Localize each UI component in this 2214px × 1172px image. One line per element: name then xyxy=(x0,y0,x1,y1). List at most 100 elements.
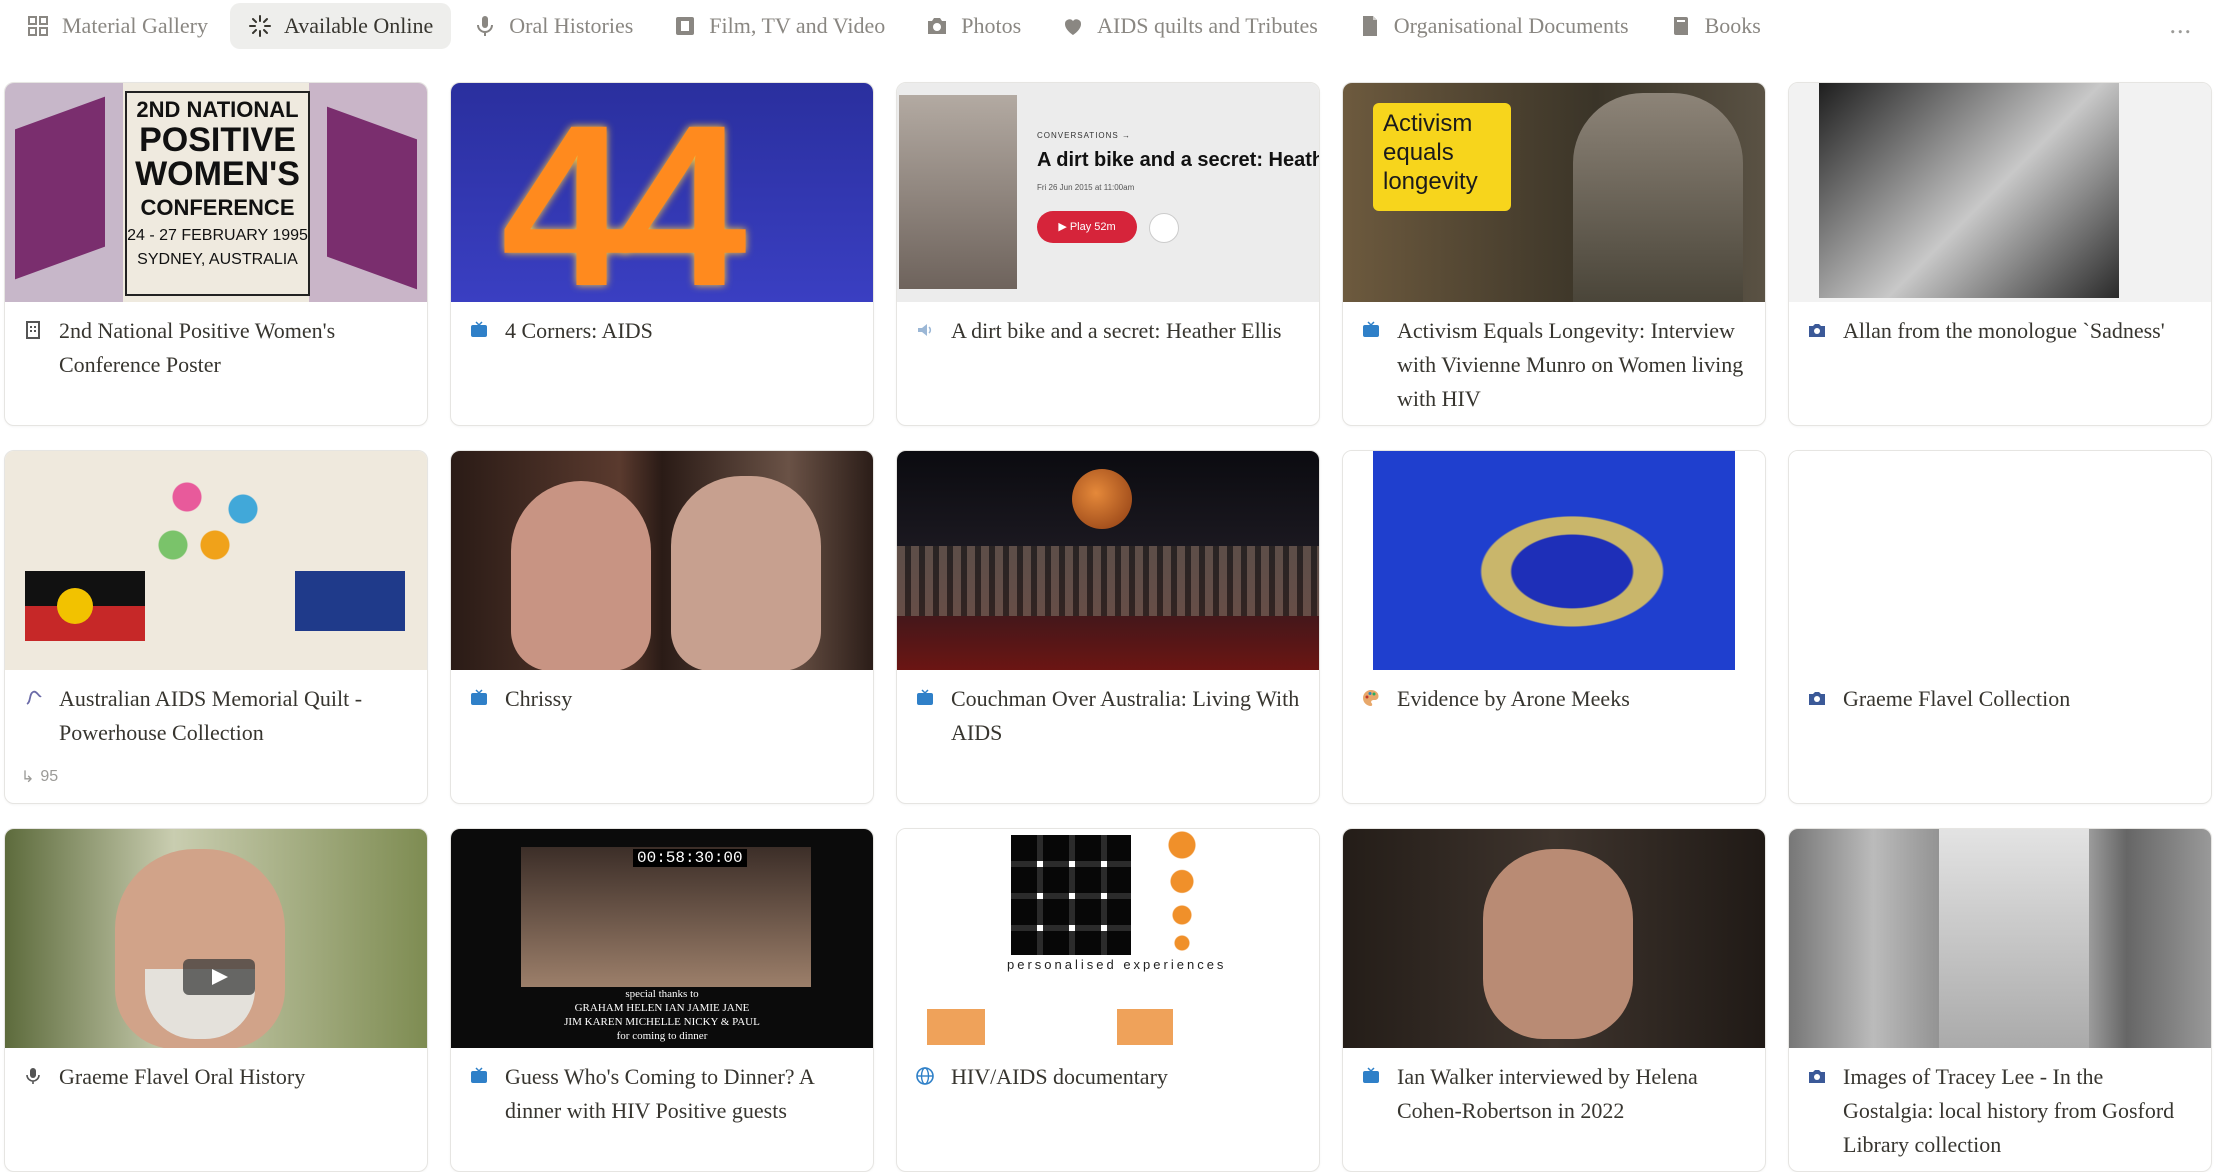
poster-shape xyxy=(15,96,105,280)
card-thumbnail: 00:58:30:00 special thanks to GRAHAM HEL… xyxy=(451,829,873,1048)
tv-icon xyxy=(471,1067,487,1083)
card-title: Activism Equals Longevity: Interview wit… xyxy=(1397,318,1744,411)
card-title: Allan from the monologue `Sadness' xyxy=(1843,318,2165,343)
flag-sun xyxy=(57,588,93,624)
share-icon xyxy=(1149,213,1179,243)
building-icon xyxy=(26,321,40,339)
tv-icon xyxy=(471,321,487,337)
camera-icon xyxy=(1809,692,1825,705)
card-thumbnail: personalised experiences xyxy=(897,829,1319,1048)
orange-dots xyxy=(1167,831,1197,971)
tab-label: Books xyxy=(1704,13,1761,38)
grid-icon xyxy=(28,16,48,36)
document-icon xyxy=(1362,16,1377,36)
caption-line: for coming to dinner xyxy=(616,1030,708,1042)
gallery-card[interactable]: Graeme Flavel Collection xyxy=(1788,450,2212,804)
gallery-card[interactable]: Activism equals longevity Activism Equal… xyxy=(1342,82,1766,426)
tv-icon xyxy=(471,689,487,705)
gallery-card[interactable]: 44 4 Corners: AIDS xyxy=(450,82,874,426)
camera-icon xyxy=(928,18,947,34)
more-options-button[interactable]: ... xyxy=(2170,10,2193,40)
thumbnail-sign: Activism equals longevity xyxy=(1373,103,1511,211)
card-title-row: Evidence by Arone Meeks xyxy=(1343,670,1765,716)
card-title-row: 4 Corners: AIDS xyxy=(451,302,873,348)
artwork xyxy=(1373,451,1735,670)
quilt-flowers xyxy=(145,461,285,581)
tab-photos[interactable]: Photos xyxy=(907,3,1039,49)
card-thumbnail: 2ND NATIONAL POSITIVE WOMEN'S CONFERENCE… xyxy=(5,83,427,302)
microphone-icon xyxy=(477,16,494,36)
gallery-card[interactable]: Ian Walker interviewed by Helena Cohen-R… xyxy=(1342,828,1766,1172)
gallery-card[interactable]: Allan from the monologue `Sadness' xyxy=(1788,82,2212,426)
card-thumbnail xyxy=(5,451,427,670)
portrait-photo xyxy=(899,95,1017,289)
relation-count: ↳ 95 xyxy=(21,767,58,787)
poster-line: SYDNEY, AUSTRALIA xyxy=(137,251,298,268)
card-title-row: Australian AIDS Memorial Quilt - Powerho… xyxy=(5,670,427,750)
credits-caption: special thanks to GRAHAM HELEN IAN JAMIE… xyxy=(451,987,873,1043)
strand-icon xyxy=(26,690,42,705)
poster-shape xyxy=(327,106,417,290)
tv-icon xyxy=(917,689,933,705)
orange-block xyxy=(927,1009,985,1045)
card-title-row: Guess Who's Coming to Dinner? A dinner w… xyxy=(451,1048,873,1128)
thumbnail-tagline: personalised experiences xyxy=(1007,957,1227,972)
poster-line: POSITIVE xyxy=(139,121,296,159)
orange-block xyxy=(1117,1009,1173,1045)
card-title-row: HIV/AIDS documentary xyxy=(897,1048,1319,1094)
thumbnail-headline: A dirt bike and a secret: Heath xyxy=(1037,149,1319,171)
dinner-scene xyxy=(521,847,811,987)
card-title: Images of Tracey Lee - In the Gostalgia:… xyxy=(1843,1064,2175,1157)
thumbnail-text: 44 xyxy=(501,83,747,302)
gallery-card[interactable]: Graeme Flavel Oral History xyxy=(4,828,428,1172)
card-title-row: Images of Tracey Lee - In the Gostalgia:… xyxy=(1789,1048,2211,1162)
tab-label: Photos xyxy=(961,13,1022,38)
tab-film-tv-video[interactable]: Film, TV and Video xyxy=(655,3,903,49)
card-thumbnail xyxy=(1789,829,2211,1048)
gallery-card[interactable]: personalised experiences HIV/AIDS docume… xyxy=(896,828,1320,1172)
face xyxy=(1483,849,1633,1039)
tab-organisational-documents[interactable]: Organisational Documents xyxy=(1340,3,1647,49)
card-title-row: Allan from the monologue `Sadness' xyxy=(1789,302,2211,348)
poster-line: CONFERENCE xyxy=(140,195,295,220)
tab-oral-histories[interactable]: Oral Histories xyxy=(455,3,651,49)
tab-material-gallery[interactable]: Material Gallery xyxy=(8,3,226,49)
video-play-button[interactable] xyxy=(183,959,255,995)
card-title-row: Chrissy xyxy=(451,670,873,716)
gallery-card[interactable]: Chrissy xyxy=(450,450,874,804)
card-title-row: Activism Equals Longevity: Interview wit… xyxy=(1343,302,1765,416)
gallery-card[interactable]: Australian AIDS Memorial Quilt - Powerho… xyxy=(4,450,428,804)
card-thumbnail: Activism equals longevity xyxy=(1343,83,1765,302)
gallery-card[interactable]: Couchman Over Australia: Living With AID… xyxy=(896,450,1320,804)
card-thumbnail: CONVERSATIONS → A dirt bike and a secret… xyxy=(897,83,1319,302)
tab-books[interactable]: Books xyxy=(1651,3,1779,49)
poster-line: 2ND NATIONAL xyxy=(136,97,299,122)
card-title: Graeme Flavel Collection xyxy=(1843,686,2071,711)
globe-icon xyxy=(916,1067,934,1085)
poster-line: 24 - 27 FEBRUARY 1995 xyxy=(127,227,308,244)
card-thumbnail xyxy=(5,829,427,1048)
gallery-card[interactable]: 2ND NATIONAL POSITIVE WOMEN'S CONFERENCE… xyxy=(4,82,428,426)
studio-audience xyxy=(897,546,1319,616)
gallery-card[interactable]: Evidence by Arone Meeks xyxy=(1342,450,1766,804)
thumbnail-date: Fri 26 Jun 2015 at 11:00am xyxy=(1037,183,1135,192)
poster-line: WOMEN'S xyxy=(135,155,300,193)
gallery-card[interactable]: Images of Tracey Lee - In the Gostalgia:… xyxy=(1788,828,2212,1172)
card-thumbnail xyxy=(1343,451,1765,670)
tab-label: Oral Histories xyxy=(509,13,634,38)
face xyxy=(671,476,821,670)
sparkle-icon xyxy=(249,15,271,37)
card-title: Couchman Over Australia: Living With AID… xyxy=(951,686,1300,745)
card-title-row: 2nd National Positive Women's Conference… xyxy=(5,302,427,382)
tab-label: Organisational Documents xyxy=(1393,13,1629,38)
gallery-card[interactable]: 00:58:30:00 special thanks to GRAHAM HEL… xyxy=(450,828,874,1172)
australian-flag xyxy=(295,571,405,631)
bw-photo xyxy=(1819,83,2119,298)
gallery-card[interactable]: CONVERSATIONS → A dirt bike and a secret… xyxy=(896,82,1320,426)
tab-aids-quilts-tributes[interactable]: AIDS quilts and Tributes xyxy=(1043,3,1336,49)
speaker-icon xyxy=(918,324,932,336)
return-arrow-icon: ↳ xyxy=(21,769,35,786)
card-title: Guess Who's Coming to Dinner? A dinner w… xyxy=(505,1064,814,1123)
card-thumbnail xyxy=(451,451,873,670)
tab-available-online[interactable]: Available Online xyxy=(230,3,452,49)
